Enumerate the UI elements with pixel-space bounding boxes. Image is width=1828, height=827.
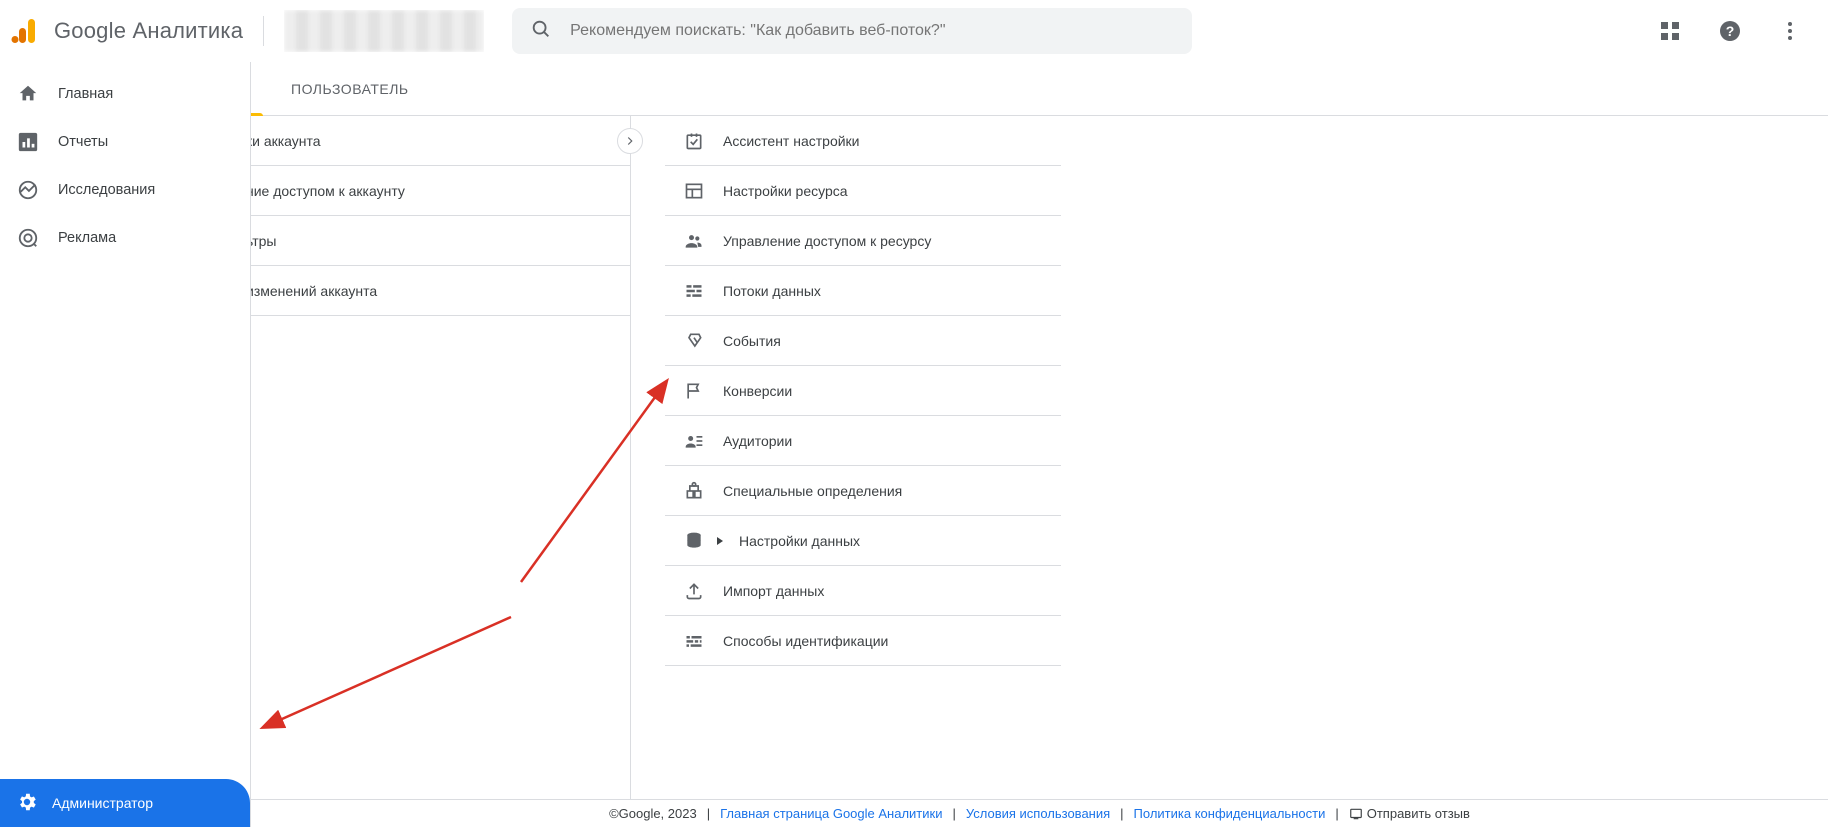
bar-chart-icon	[16, 130, 40, 154]
conversions-row[interactable]: Конверсии	[665, 366, 1061, 416]
people-icon	[683, 230, 705, 252]
property-settings-row[interactable]: Настройки ресурса	[665, 166, 1061, 216]
sidebar-item-ads[interactable]: Реклама	[0, 214, 250, 262]
footer-copyright: ©Google, 2023	[609, 806, 697, 821]
audiences-icon	[683, 430, 705, 452]
sidebar-item-admin[interactable]: Администратор	[0, 779, 250, 827]
data-settings-row[interactable]: Настройки данных	[665, 516, 1061, 566]
home-icon	[16, 82, 40, 106]
sidebar-item-label: Исследования	[58, 182, 155, 198]
audiences-row[interactable]: Аудитории	[665, 416, 1061, 466]
account-filters-row[interactable]: ьтры	[251, 216, 630, 266]
divider	[263, 16, 264, 46]
sidebar-item-reports[interactable]: Отчеты	[0, 118, 250, 166]
events-icon	[683, 330, 705, 352]
streams-icon	[683, 280, 705, 302]
search-icon	[530, 18, 552, 45]
reporting-identity-row[interactable]: Способы идентификации	[665, 616, 1061, 666]
data-import-row[interactable]: Импорт данных	[665, 566, 1061, 616]
events-row[interactable]: События	[665, 316, 1061, 366]
gear-icon	[16, 791, 38, 816]
sidebar-item-label: Отчеты	[58, 134, 108, 150]
sidebar-item-label: Реклама	[58, 230, 116, 246]
footer-feedback-link[interactable]: Отправить отзыв	[1367, 806, 1470, 821]
database-icon	[683, 530, 705, 552]
explore-icon	[16, 178, 40, 202]
search-bar[interactable]	[512, 8, 1192, 54]
checklist-icon	[683, 130, 705, 152]
layout-icon	[683, 180, 705, 202]
more-vert-icon[interactable]	[1770, 11, 1810, 51]
sidebar-item-label: Администратор	[52, 795, 153, 811]
search-input[interactable]	[568, 21, 1174, 41]
custom-definitions-row[interactable]: Специальные определения	[665, 466, 1061, 516]
property-access-row[interactable]: Управление доступом к ресурсу	[665, 216, 1061, 266]
footer-link-tos[interactable]: Условия использования	[966, 806, 1110, 821]
sidebar-item-home[interactable]: Главная	[0, 70, 250, 118]
footer-link-home[interactable]: Главная страница Google Аналитики	[720, 806, 942, 821]
app-title: Google Аналитика	[54, 18, 243, 44]
sidebar-nav: Главная Отчеты Исследования	[0, 62, 251, 827]
tab-user[interactable]: ПОЛЬЗОВАТЕЛЬ	[289, 81, 411, 97]
sidebar-item-explore[interactable]: Исследования	[0, 166, 250, 214]
account-selector[interactable]	[284, 10, 484, 52]
collapse-column-icon[interactable]	[617, 128, 643, 154]
setup-assistant-row[interactable]: Ассистент настройки	[665, 116, 1061, 166]
footer-link-privacy[interactable]: Политика конфиденциальности	[1134, 806, 1326, 821]
ads-icon	[16, 226, 40, 250]
definitions-icon	[683, 480, 705, 502]
account-settings-column: ки аккаунта ние доступом к аккаунту ьтры…	[251, 116, 631, 799]
analytics-logo-icon	[6, 13, 42, 49]
admin-tabs: ПОЛЬЗОВАТЕЛЬ	[251, 62, 1828, 116]
flag-icon	[683, 380, 705, 402]
apps-icon[interactable]	[1650, 11, 1690, 51]
svg-text:?: ?	[1726, 23, 1735, 39]
account-settings-row[interactable]: ки аккаунта	[251, 116, 630, 166]
data-streams-row[interactable]: Потоки данных	[665, 266, 1061, 316]
feedback-icon	[1349, 807, 1363, 821]
page-footer: ©Google, 2023 | Главная страница Google …	[251, 799, 1828, 827]
account-access-row[interactable]: ние доступом к аккаунту	[251, 166, 630, 216]
account-history-row[interactable]: изменений аккаунта	[251, 266, 630, 316]
help-icon[interactable]: ?	[1710, 11, 1750, 51]
app-logo-block[interactable]: Google Аналитика	[6, 13, 243, 49]
expand-caret-icon	[715, 533, 725, 549]
sidebar-item-label: Главная	[58, 86, 113, 102]
identity-icon	[683, 630, 705, 652]
upload-icon	[683, 580, 705, 602]
